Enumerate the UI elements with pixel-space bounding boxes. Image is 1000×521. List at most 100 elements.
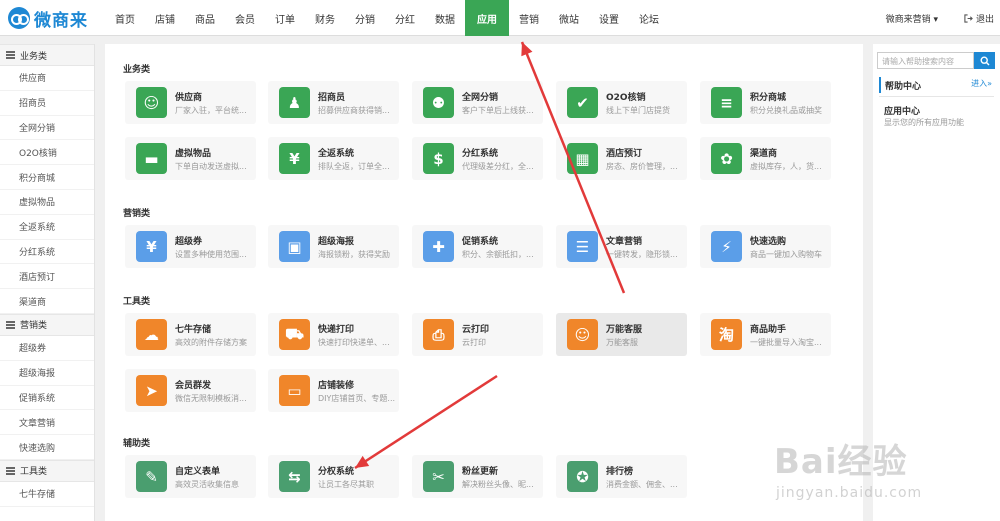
app-card[interactable]: ▬ 虚拟物品 下单自动发送虚拟... [125, 137, 256, 180]
app-card-title: 促销系统 [462, 237, 499, 247]
app-card[interactable]: ⚡ 快速选购 商品一键加入购物车 [700, 225, 831, 268]
app-card[interactable]: ⎙ 云打印 云打印 [412, 313, 543, 356]
app-card[interactable]: ✔ O2O核销 线上下单门店提货 [556, 81, 687, 124]
app-card[interactable]: ✎ 自定义表单 高效灵活收集信息 [125, 455, 256, 498]
app-card-title: 积分商城 [750, 93, 787, 103]
sidebar-item[interactable]: O2O核销 [0, 140, 94, 166]
nav-item-10[interactable]: 营销 [509, 0, 549, 36]
sidebar-item[interactable]: 虚拟物品 [0, 190, 94, 215]
help-search-input[interactable]: 请输入帮助搜索内容 [877, 52, 974, 69]
nav-item-9[interactable]: 应用 [465, 0, 509, 36]
nav-item-7[interactable]: 分红 [385, 0, 425, 36]
nav-item-11[interactable]: 微站 [549, 0, 589, 36]
app-card-title: 云打印 [462, 325, 490, 335]
app-card-desc: 房态、房价管理，... [606, 162, 678, 171]
app-card[interactable]: ⚉ 全网分销 客户下单后上线获... [412, 81, 543, 124]
nav-item-1[interactable]: 店铺 [145, 0, 185, 36]
sidebar-item[interactable]: 促销系统 [0, 386, 94, 411]
supplier-icon: ☺ [136, 87, 167, 118]
nav-item-0[interactable]: 首页 [105, 0, 145, 36]
app-card-title: 超级海报 [318, 237, 355, 247]
logout-icon [964, 13, 973, 23]
nav-item-5[interactable]: 财务 [305, 0, 345, 36]
help-center-more-link[interactable]: 进入» [971, 78, 992, 89]
logout-button[interactable]: 退出 [964, 12, 994, 25]
nav-item-2[interactable]: 商品 [185, 0, 225, 36]
sidebar-group-title[interactable]: 业务类 [0, 44, 94, 66]
sidebar-item[interactable]: 渠道商 [0, 289, 94, 314]
logo[interactable]: 微商来 [8, 7, 88, 31]
section-title: 辅助类 [123, 439, 151, 449]
user-menu[interactable]: 微商来营销 ▾ [886, 12, 938, 25]
sidebar-group-title[interactable]: 工具类 [0, 459, 94, 482]
sidebar-item[interactable]: 积分商城 [0, 165, 94, 190]
sidebar-group-title[interactable]: 营销类 [0, 313, 94, 336]
fans-update-icon: ✂ [423, 461, 454, 492]
nav-item-13[interactable]: 论坛 [629, 0, 669, 36]
app-card[interactable]: ✚ 促销系统 积分、余额抵扣，... [412, 225, 543, 268]
coupon-icon: ¥ [136, 231, 167, 262]
app-card[interactable]: ☺ 万能客服 万能客服 [556, 313, 687, 356]
hotel-icon: ▦ [567, 143, 598, 174]
app-card[interactable]: ▭ 店铺装修 DIY店铺首页、专题... [268, 369, 399, 412]
app-card[interactable]: ♟ 招商员 招募供应商获得销... [268, 81, 399, 124]
app-card-desc: 一键批量导入淘宝... [750, 338, 822, 347]
sidebar-item[interactable]: 超级海报 [0, 361, 94, 386]
top-right: 微商来营销 ▾ 退出 [886, 0, 994, 36]
app-card-desc: 积分兑换礼品或抽奖 [750, 106, 822, 115]
sidebar-item[interactable]: 全网分销 [0, 116, 94, 141]
sidebar-item[interactable]: 酒店预订 [0, 264, 94, 290]
sidebar-item[interactable]: 招商员 [0, 91, 94, 116]
app-card-desc: 解决粉丝头像、昵... [462, 480, 534, 489]
app-card-desc: 消费金额、佣金、... [606, 480, 678, 489]
app-card[interactable]: $ 分红系统 代理级差分红，全... [412, 137, 543, 180]
app-card-title: 超级券 [175, 237, 203, 247]
app-card[interactable]: 淘商品助手 一键批量导入淘宝... [700, 313, 831, 356]
sidebar-item[interactable]: 供应商 [0, 66, 94, 91]
ranking-icon: ✪ [567, 461, 598, 492]
app-card-title: 全返系统 [318, 149, 355, 159]
app-card[interactable]: ▣ 超级海报 海报锁粉，获得奖励 [268, 225, 399, 268]
sidebar-item[interactable]: 全返系统 [0, 215, 94, 240]
app-card[interactable]: ¥ 超级券 设置多种使用范围... [125, 225, 256, 268]
points-mall-icon: ≡ [711, 87, 742, 118]
permission-icon: ⇆ [279, 461, 310, 492]
app-card[interactable]: ☺ 供应商 厂家入驻，平台统... [125, 81, 256, 124]
help-search-button[interactable] [974, 52, 995, 69]
app-card-desc: DIY店铺首页、专题... [318, 394, 396, 403]
nav-item-12[interactable]: 设置 [589, 0, 629, 36]
user-name: 微商来营销 [885, 14, 931, 25]
app-card[interactable]: ▦ 酒店预订 房态、房价管理，... [556, 137, 687, 180]
nav-item-3[interactable]: 会员 [225, 0, 265, 36]
nav-item-6[interactable]: 分销 [345, 0, 385, 36]
sidebar-item[interactable]: 文章营销 [0, 410, 94, 436]
help-item-desc: 显示您的所有应用功能 [884, 118, 964, 127]
app-card[interactable]: ☰ 文章营销 一键转发，隐形锁... [556, 225, 687, 268]
nav-item-4[interactable]: 订单 [265, 0, 305, 36]
app-card[interactable]: ¥ 全返系统 排队全返，订单全... [268, 137, 399, 180]
app-card[interactable]: ⛟ 快递打印 快速打印快递单、... [268, 313, 399, 356]
app-card-desc: 线上下单门店提货 [606, 106, 670, 115]
app-card[interactable]: ✂ 粉丝更新 解决粉丝头像、昵... [412, 455, 543, 498]
app-card[interactable]: ≡ 积分商城积分兑换礼品或抽奖 [700, 81, 831, 124]
virtual-goods-icon: ▬ [136, 143, 167, 174]
sidebar-item[interactable]: 超级券 [0, 336, 94, 361]
help-item-title[interactable]: 应用中心 [884, 104, 920, 117]
sidebar-item[interactable]: 七牛存储 [0, 482, 94, 507]
dividend-icon: $ [423, 143, 454, 174]
app-card-title: 会员群发 [175, 381, 212, 391]
app-card[interactable]: ➤ 会员群发 微信无限制模板消... [125, 369, 256, 412]
app-card[interactable]: ⇆ 分权系统 让员工各尽其职 [268, 455, 399, 498]
app-card[interactable]: ✪ 排行榜 消费金额、佣金、... [556, 455, 687, 498]
app-card-desc: 万能客服 [606, 338, 638, 347]
app-card-title: O2O核销 [606, 93, 646, 103]
sidebar-item[interactable]: 分红系统 [0, 240, 94, 265]
full-return-icon: ¥ [279, 143, 310, 174]
app-card[interactable]: ✿ 渠道商 虚拟库存，人，货... [700, 137, 831, 180]
app-card[interactable]: ☁ 七牛存储 高效的附件存储方案 [125, 313, 256, 356]
sidebar-item[interactable]: 快速选购 [0, 435, 94, 460]
product-helper-icon: 淘 [711, 319, 742, 350]
app-card-desc: 一键转发，隐形锁... [606, 250, 678, 259]
nav-item-8[interactable]: 数据 [425, 0, 465, 36]
app-card-title: 全网分销 [462, 93, 499, 103]
